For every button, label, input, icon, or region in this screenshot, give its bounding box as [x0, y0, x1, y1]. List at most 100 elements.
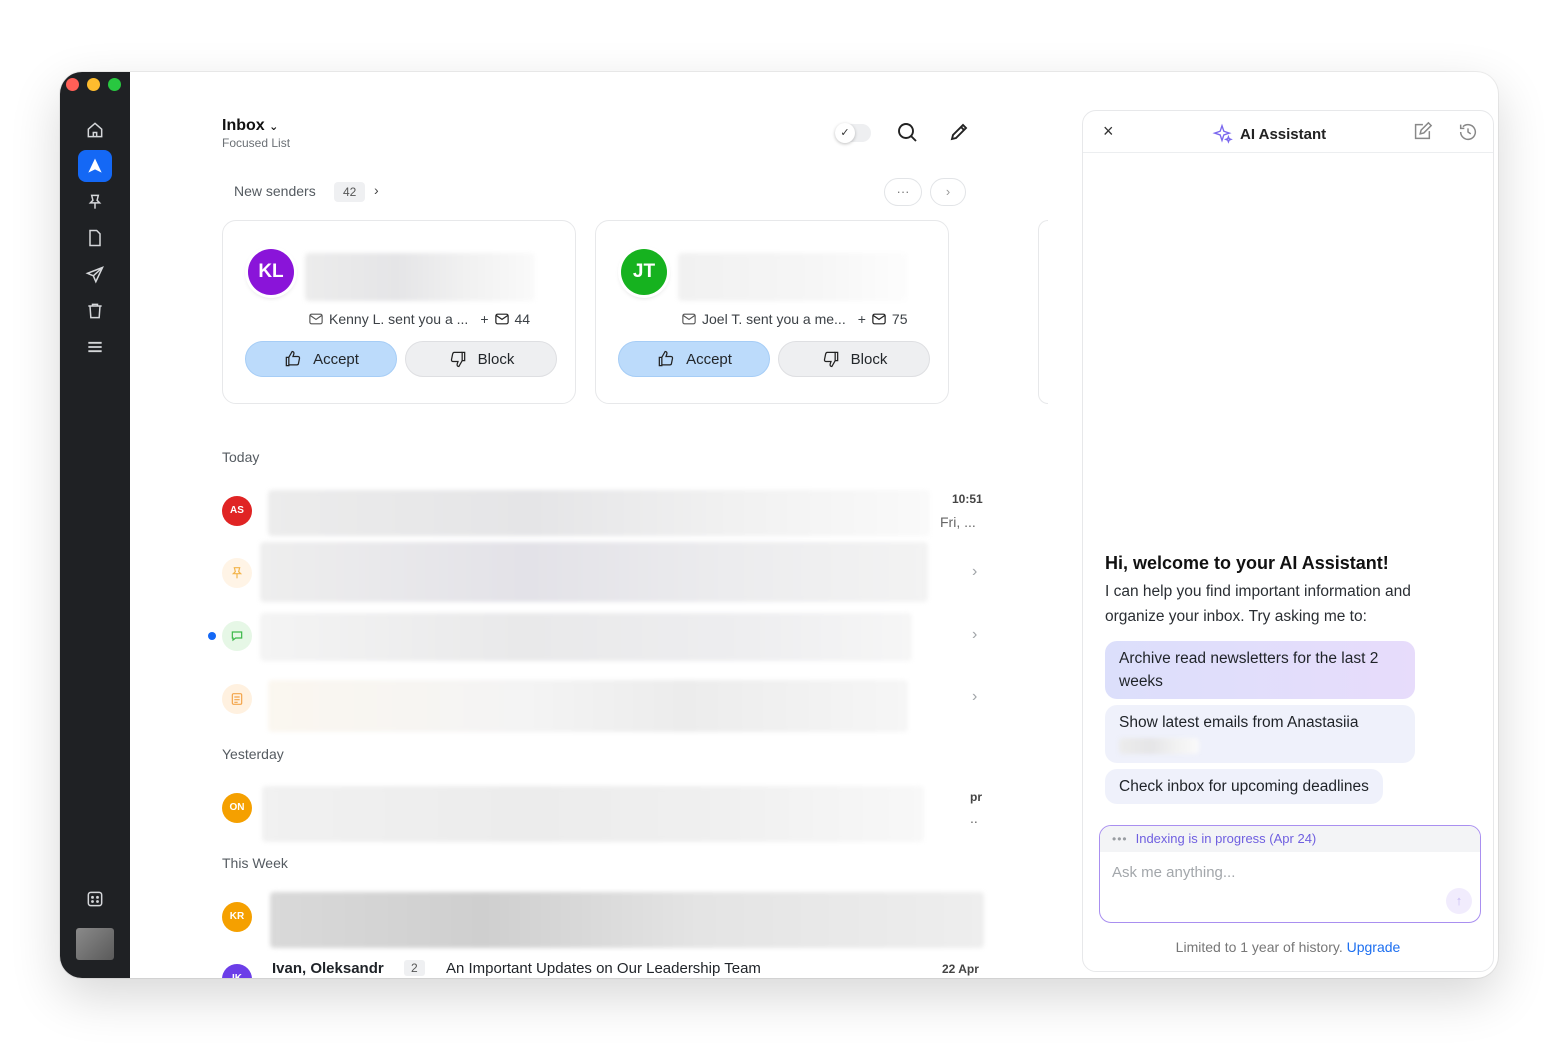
email-date: ..: [970, 810, 978, 826]
email-sender: Ivan, Oleksandr: [272, 960, 384, 977]
close-window-button[interactable]: [66, 78, 79, 91]
blurred-email-row[interactable]: [262, 786, 924, 842]
email-time: 10:51: [952, 492, 983, 506]
inbox-title[interactable]: Inbox ⌄: [222, 117, 278, 135]
sidebar: [60, 72, 130, 978]
ai-input-placeholder[interactable]: Ask me anything...: [1112, 864, 1235, 881]
next-senders-button[interactable]: ›: [930, 178, 966, 206]
email-date: 22 Apr: [942, 962, 979, 976]
blurred-email-row[interactable]: [270, 892, 984, 948]
chat-group-badge: [222, 621, 252, 651]
pin-icon: [231, 567, 243, 579]
minimize-window-button[interactable]: [87, 78, 100, 91]
ai-panel-header: × AI Assistant: [1083, 111, 1493, 153]
focused-inbox-icon[interactable]: [78, 150, 112, 182]
accept-button[interactable]: Accept: [618, 341, 770, 377]
app-window: Inbox ⌄ Focused List ✓ New senders 42 › …: [60, 72, 1498, 978]
accept-button[interactable]: Accept: [245, 341, 397, 377]
mail-icon: [309, 313, 323, 325]
blurred-sender-name: [305, 253, 535, 301]
drafts-icon[interactable]: [78, 222, 112, 254]
chevron-right-icon[interactable]: ›: [972, 563, 977, 581]
section-this-week: This Week: [222, 855, 288, 871]
email-date: Fri, ...: [940, 514, 976, 530]
newsletter-group-badge: [222, 684, 252, 714]
suggestion-chip[interactable]: Archive read newsletters for the last 2 …: [1105, 641, 1415, 699]
chevron-right-icon[interactable]: ›: [972, 626, 977, 644]
avatar: KL: [248, 249, 294, 295]
mail-icon: [494, 313, 509, 325]
sender-message: Joel T. sent you a me... + 75: [682, 311, 907, 327]
section-yesterday: Yesterday: [222, 746, 284, 762]
section-today: Today: [222, 449, 260, 465]
ai-assistant-panel: × AI Assistant Hi, welcome to your AI As…: [1082, 110, 1494, 972]
email-row[interactable]: IK Ivan, Oleksandr 2 An Important Update…: [222, 956, 1062, 978]
trash-icon[interactable]: [78, 295, 112, 327]
email-time: pr: [970, 790, 982, 804]
sender-card: JT Joel T. sent you a me... + 75 Accept …: [595, 220, 949, 404]
loading-dots-icon: •••: [1112, 832, 1128, 846]
sparkle-icon: [1212, 123, 1233, 144]
new-senders-count: 42: [334, 182, 366, 202]
newsletter-icon: [231, 693, 243, 705]
avatar: AS: [222, 496, 252, 526]
welcome-title: Hi, welcome to your AI Assistant!: [1105, 553, 1389, 573]
chevron-right-icon[interactable]: ›: [374, 182, 379, 198]
suggestion-chip[interactable]: Check inbox for upcoming deadlines: [1105, 769, 1383, 804]
block-button[interactable]: Block: [405, 341, 557, 377]
sender-card-peek[interactable]: [1038, 220, 1048, 404]
avatar: IK: [222, 964, 252, 978]
block-button[interactable]: Block: [778, 341, 930, 377]
ai-panel-title: AI Assistant: [1211, 123, 1326, 145]
more-options-button[interactable]: ···: [884, 178, 922, 206]
sender-message: Kenny L. sent you a ... + 44: [309, 311, 530, 327]
upgrade-link[interactable]: Upgrade: [1347, 939, 1401, 955]
blurred-email-row[interactable]: [268, 490, 930, 536]
done-toggle[interactable]: ✓: [835, 123, 871, 143]
check-icon: ✓: [835, 123, 855, 143]
welcome-text: I can help you find important informatio…: [1105, 583, 1411, 625]
suggestion-chip[interactable]: Show latest emails from Anastasiia: [1105, 705, 1415, 763]
menu-icon[interactable]: [78, 331, 112, 363]
thumbs-up-icon: [658, 350, 674, 367]
zoom-window-button[interactable]: [108, 78, 121, 91]
window-controls: [66, 78, 121, 91]
account-avatar[interactable]: [76, 928, 114, 960]
blurred-email-row[interactable]: [268, 680, 908, 732]
blurred-sender-name: [678, 253, 908, 301]
unread-indicator: [208, 632, 216, 640]
close-icon[interactable]: ×: [1103, 121, 1114, 142]
inbox-main: Inbox ⌄ Focused List ✓ New senders 42 › …: [130, 72, 1080, 978]
new-senders-label[interactable]: New senders: [234, 183, 316, 199]
thumbs-up-icon: [285, 350, 301, 367]
avatar: ON: [222, 793, 252, 823]
new-chat-icon[interactable]: [1411, 121, 1433, 143]
sender-card: KL Kenny L. sent you a ... + 44 Accept B…: [222, 220, 576, 404]
blurred-email-row[interactable]: [260, 542, 928, 602]
history-icon[interactable]: [1457, 121, 1479, 143]
history-limit-notice: Limited to 1 year of history. Upgrade: [1175, 939, 1401, 955]
mail-icon: [682, 313, 696, 325]
indexing-status: ••• Indexing is in progress (Apr 24): [1100, 826, 1480, 852]
chat-icon: [231, 631, 243, 642]
compose-icon[interactable]: [947, 120, 971, 144]
blurred-email-row[interactable]: [260, 613, 912, 661]
send-button[interactable]: ↑: [1446, 888, 1472, 914]
ai-chat-input[interactable]: ••• Indexing is in progress (Apr 24) Ask…: [1099, 825, 1481, 923]
chevron-right-icon[interactable]: ›: [972, 688, 977, 706]
avatar: JT: [621, 249, 667, 295]
email-subject: An Important Updates on Our Leadership T…: [446, 960, 761, 977]
home-icon[interactable]: [78, 114, 112, 146]
avatar: KR: [222, 902, 252, 932]
thumbs-down-icon: [823, 351, 838, 368]
pin-icon[interactable]: [78, 186, 112, 218]
blurred-name: [1119, 738, 1199, 754]
inbox-subtitle: Focused List: [222, 136, 291, 150]
sent-icon[interactable]: [78, 259, 112, 291]
search-icon[interactable]: [895, 120, 919, 144]
apps-icon[interactable]: [78, 883, 112, 915]
chevron-down-icon: ⌄: [269, 121, 279, 133]
thumbs-down-icon: [450, 351, 465, 368]
pinned-group-badge: [222, 558, 252, 588]
thread-count: 2: [404, 960, 425, 976]
